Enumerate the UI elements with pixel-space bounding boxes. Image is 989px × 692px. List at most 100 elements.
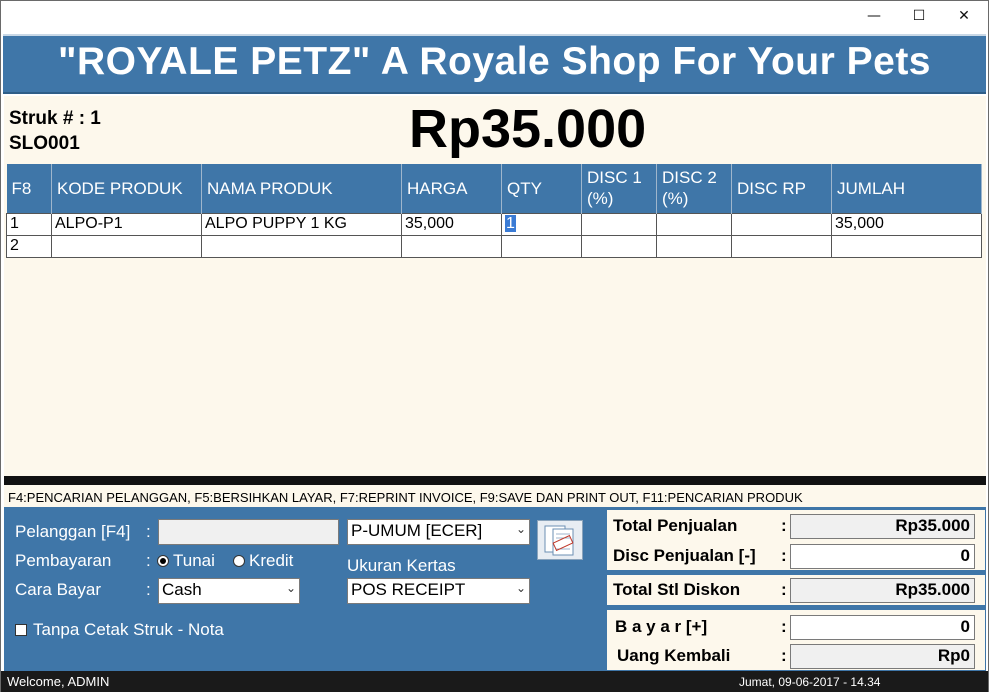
cell-disc2[interactable] — [656, 234, 732, 258]
sales-grid: F8 KODE PRODUK NAMA PRODUK HARGA QTY DIS… — [6, 164, 982, 258]
col-header-qty[interactable]: QTY — [501, 164, 582, 213]
close-icon: ✕ — [958, 8, 970, 24]
cell-nama[interactable]: ALPO PUPPY 1 KG — [201, 212, 402, 236]
copy-button[interactable] — [537, 520, 583, 560]
col-header-f8[interactable]: F8 — [6, 164, 52, 213]
checkbox-icon — [15, 624, 27, 636]
ukuran-label: Ukuran Kertas — [347, 556, 456, 575]
receipt-header: Struk # : 1 SLO001 Rp35.000 — [4, 96, 986, 164]
summary-panel: Total Penjualan : Rp35.000 Disc Penjuala… — [606, 507, 986, 671]
disc-penjualan-input[interactable]: 0 — [790, 544, 975, 569]
cell-kode[interactable] — [51, 234, 202, 258]
cell-discrp[interactable] — [731, 234, 832, 258]
colon: : — [781, 580, 787, 599]
sales-code: SLO001 — [9, 133, 80, 154]
cell-qty[interactable] — [501, 234, 582, 258]
radio-unchecked-icon — [233, 555, 245, 567]
customer-type-value: P-UMUM [ECER] — [351, 521, 483, 540]
kredit-label: Kredit — [249, 551, 294, 570]
colon: : — [781, 617, 787, 636]
tanpa-cetak-checkbox[interactable]: Tanpa Cetak Struk - Nota — [15, 620, 224, 640]
cell-harga[interactable] — [401, 234, 502, 258]
col-header-disc1[interactable]: DISC 1 (%) — [581, 164, 657, 213]
pelanggan-input[interactable] — [158, 519, 339, 545]
cell-disc2[interactable] — [656, 212, 732, 236]
kembali-label: Uang Kembali — [617, 646, 731, 665]
colon: : — [781, 646, 787, 665]
cara-bayar-select[interactable]: Cash ⌄ — [158, 578, 300, 604]
maximize-button[interactable]: ☐ — [896, 1, 942, 31]
minimize-icon: — — [867, 8, 881, 24]
divider — [4, 476, 986, 485]
cell-kode[interactable]: ALPO-P1 — [51, 212, 202, 236]
col-header-nama[interactable]: NAMA PRODUK — [201, 164, 402, 213]
colon: : — [146, 551, 151, 570]
store-title: "ROYALE PETZ" A Royale Shop For Your Pet… — [57, 40, 931, 83]
close-button[interactable]: ✕ — [941, 1, 987, 31]
datetime-text: Jumat, 09-06-2017 - 14.34 — [739, 675, 881, 689]
cell-jumlah[interactable]: 35,000 — [831, 212, 982, 236]
pembayaran-label: Pembayaran — [15, 551, 112, 570]
shortcut-hints: F4:PENCARIAN PELANGGAN, F5:BERSIHKAN LAY… — [4, 485, 986, 507]
total-penjualan-label: Total Penjualan — [613, 516, 738, 535]
qty-editor[interactable]: 1 — [505, 215, 516, 232]
cell-nama[interactable] — [201, 234, 402, 258]
payment-box: B a y a r [+] : 0 Uang Kembali : Rp0 — [606, 609, 986, 671]
cell-no[interactable]: 2 — [6, 234, 52, 258]
cell-disc1[interactable] — [581, 234, 657, 258]
payment-panel: Pelanggan [F4] : P-UMUM [ECER] ⌄ Pembaya… — [4, 507, 986, 671]
total-stl-value: Rp35.000 — [790, 578, 975, 603]
chevron-down-icon: ⌄ — [285, 581, 296, 595]
radio-checked-icon — [157, 555, 169, 567]
cell-jumlah[interactable] — [831, 234, 982, 258]
disc-penjualan-label: Disc Penjualan [-] — [613, 546, 756, 565]
cell-qty[interactable]: 1 — [501, 212, 582, 236]
total-stl-label: Total Stl Diskon — [613, 580, 741, 599]
copy-icon — [544, 525, 574, 556]
cara-bayar-label: Cara Bayar — [15, 580, 101, 599]
welcome-text: Welcome, ADMIN — [7, 674, 110, 689]
minimize-button[interactable]: — — [851, 1, 897, 31]
grand-total-display: Rp35.000 — [409, 99, 647, 159]
receipt-number: Struk # : 1 — [9, 108, 101, 129]
title-bar: — ☐ ✕ — [1, 1, 988, 33]
tunai-label: Tunai — [173, 551, 215, 570]
colon: : — [146, 580, 151, 599]
table-row[interactable]: 1 ALPO-P1 ALPO PUPPY 1 KG 35,000 1 35,00… — [6, 212, 982, 236]
total-penjualan-value: Rp35.000 — [790, 514, 975, 539]
col-header-disc2[interactable]: DISC 2 (%) — [656, 164, 732, 213]
store-banner: "ROYALE PETZ" A Royale Shop For Your Pet… — [3, 34, 986, 94]
kembali-value: Rp0 — [790, 644, 975, 669]
pos-window: — ☐ ✕ "ROYALE PETZ" A Royale Shop For Yo… — [0, 0, 989, 692]
kredit-radio[interactable]: Kredit — [233, 551, 293, 571]
cell-no[interactable]: 1 — [6, 212, 52, 236]
chevron-down-icon: ⌄ — [515, 581, 526, 595]
colon: : — [781, 516, 787, 535]
chevron-down-icon: ⌄ — [515, 522, 526, 536]
col-header-jumlah[interactable]: JUMLAH — [831, 164, 982, 213]
status-bar: Welcome, ADMIN Jumat, 09-06-2017 - 14.34 — [1, 671, 988, 692]
col-header-kode[interactable]: KODE PRODUK — [51, 164, 202, 213]
cell-disc1[interactable] — [581, 212, 657, 236]
cell-harga[interactable]: 35,000 — [401, 212, 502, 236]
table-row[interactable]: 2 — [6, 234, 982, 258]
col-header-discrp[interactable]: DISC RP — [731, 164, 832, 213]
tanpa-cetak-label: Tanpa Cetak Struk - Nota — [33, 620, 224, 639]
ukuran-kertas-value: POS RECEIPT — [351, 580, 466, 599]
tunai-radio[interactable]: Tunai — [157, 551, 215, 571]
colon: : — [146, 522, 151, 541]
maximize-icon: ☐ — [912, 8, 926, 24]
customer-type-select[interactable]: P-UMUM [ECER] ⌄ — [347, 519, 530, 545]
colon: : — [781, 546, 787, 565]
pelanggan-label: Pelanggan [F4] — [15, 522, 131, 541]
sales-grid-area: F8 KODE PRODUK NAMA PRODUK HARGA QTY DIS… — [4, 164, 986, 476]
ukuran-kertas-select[interactable]: POS RECEIPT ⌄ — [347, 578, 530, 604]
cell-discrp[interactable] — [731, 212, 832, 236]
net-total-box: Total Stl Diskon : Rp35.000 — [606, 574, 986, 606]
bayar-label: B a y a r [+] — [615, 617, 708, 636]
sales-summary-box: Total Penjualan : Rp35.000 Disc Penjuala… — [606, 509, 986, 571]
receipt-info: Struk # : 1 SLO001 — [9, 106, 101, 156]
cara-bayar-value: Cash — [162, 580, 202, 599]
bayar-input[interactable]: 0 — [790, 615, 975, 640]
col-header-harga[interactable]: HARGA — [401, 164, 502, 213]
